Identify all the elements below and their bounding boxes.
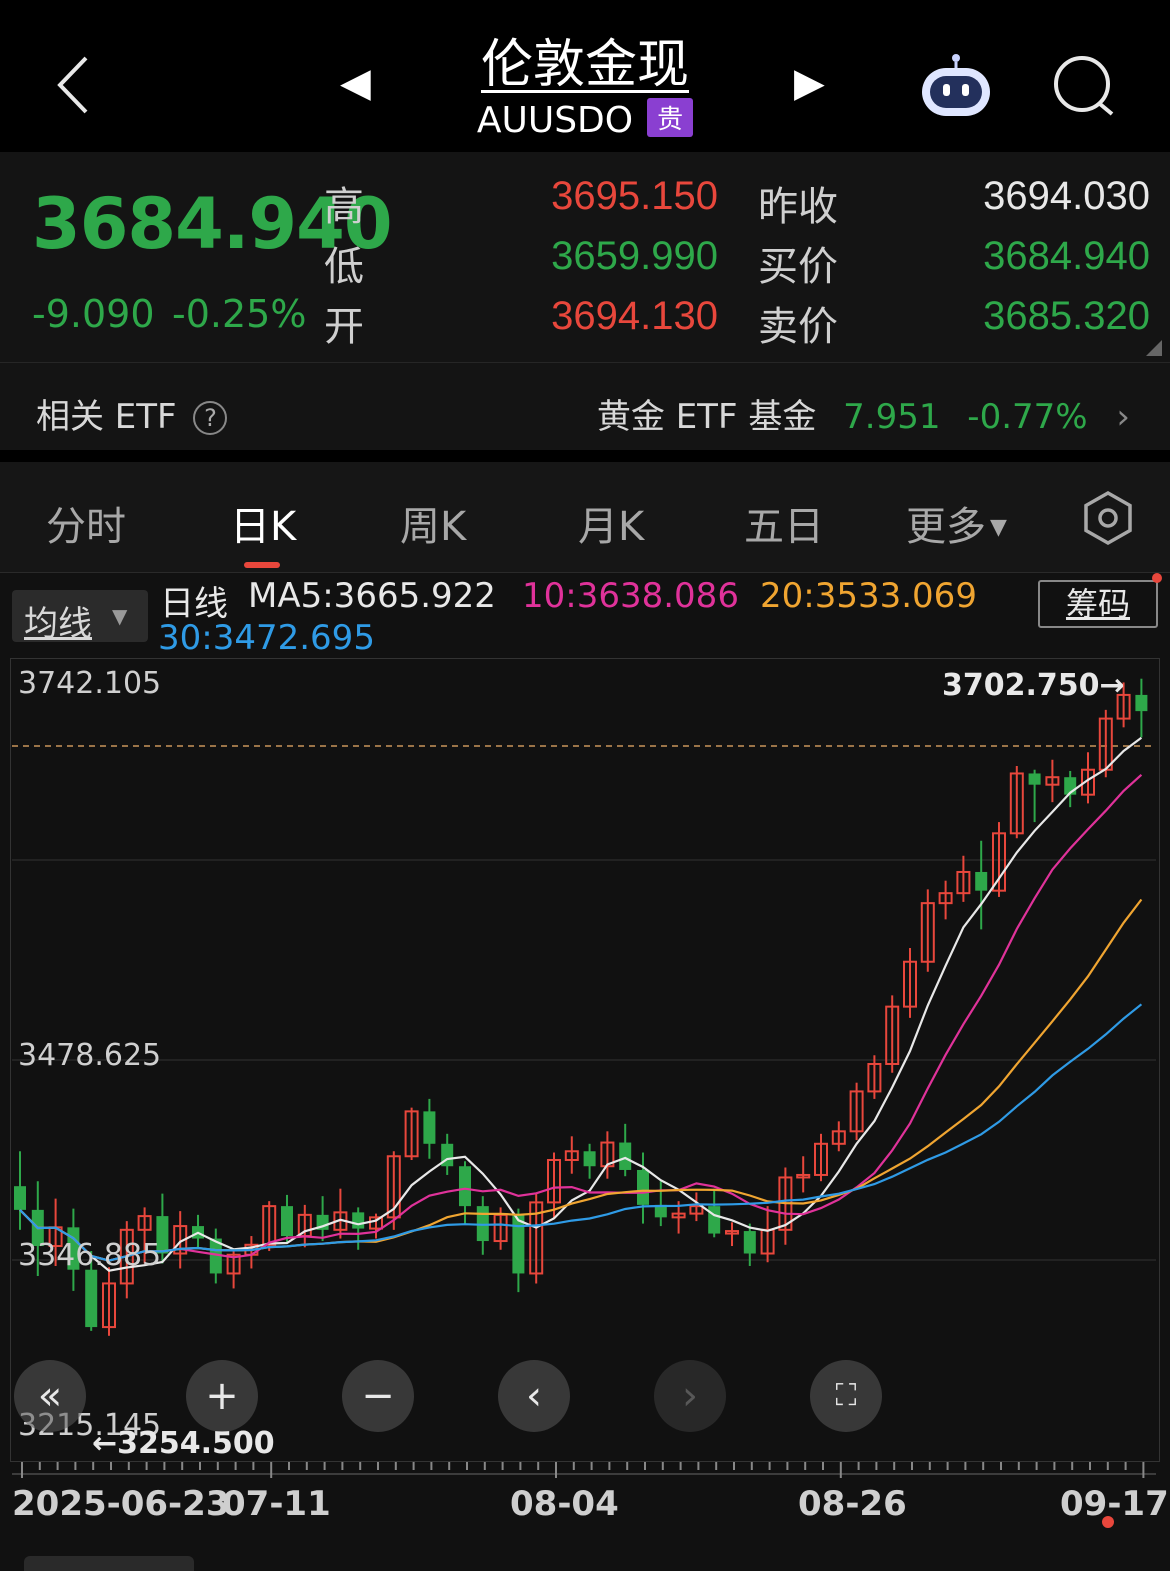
minus-icon: − [361,1373,395,1419]
fullscreen-button[interactable]: ⛶ [810,1360,882,1432]
x-label-2: 07-11 [222,1484,331,1524]
candle-body-down [423,1111,436,1144]
candle-body-down [743,1231,756,1254]
candle-body-down [975,871,988,891]
scroll-right-button[interactable]: › [654,1360,726,1432]
y-label-lower: 3346.885 [18,1238,162,1273]
ma20-line [19,898,1143,1262]
candle-body-down [85,1269,98,1328]
candle-body-down [619,1142,632,1170]
scroll-left-button[interactable]: ‹ [498,1360,570,1432]
candle-body-down [637,1169,649,1205]
scroll-start-button[interactable]: « [14,1360,86,1432]
current-date-dot [1102,1516,1114,1528]
y-label-top: 3742.105 [18,666,162,701]
bottom-panel-tab[interactable] [24,1556,194,1571]
candle-body-down [14,1186,26,1210]
chevron-right-icon: › [682,1373,698,1419]
candle-body-down [1028,773,1041,785]
y-label-mid: 3478.625 [18,1038,162,1073]
double-chevron-left-icon: « [37,1373,63,1419]
x-label-4: 08-26 [798,1484,907,1524]
ma30-line [19,1003,1143,1262]
zoom-in-button[interactable]: + [186,1360,258,1432]
x-label-end: 09-17 [1060,1484,1169,1524]
zoom-out-button[interactable]: − [342,1360,414,1432]
max-price-marker: 3702.750→ [942,668,1125,703]
chevron-left-icon: ‹ [526,1373,542,1419]
fullscreen-icon: ⛶ [835,1378,857,1413]
kline-chart[interactable] [0,0,1170,1571]
candle-body-down [512,1214,525,1274]
x-label-3: 08-04 [510,1484,619,1524]
candle-body-down [459,1166,471,1207]
candle-body-down [1135,694,1148,712]
candle-body-down [708,1206,721,1234]
plus-icon: + [205,1373,239,1419]
candle-body-down [352,1212,365,1229]
ma10-line [19,773,1143,1262]
candle-body-down [583,1151,596,1167]
candle-body-down [281,1206,293,1237]
x-label-start: 2025-06-23 [12,1484,230,1524]
